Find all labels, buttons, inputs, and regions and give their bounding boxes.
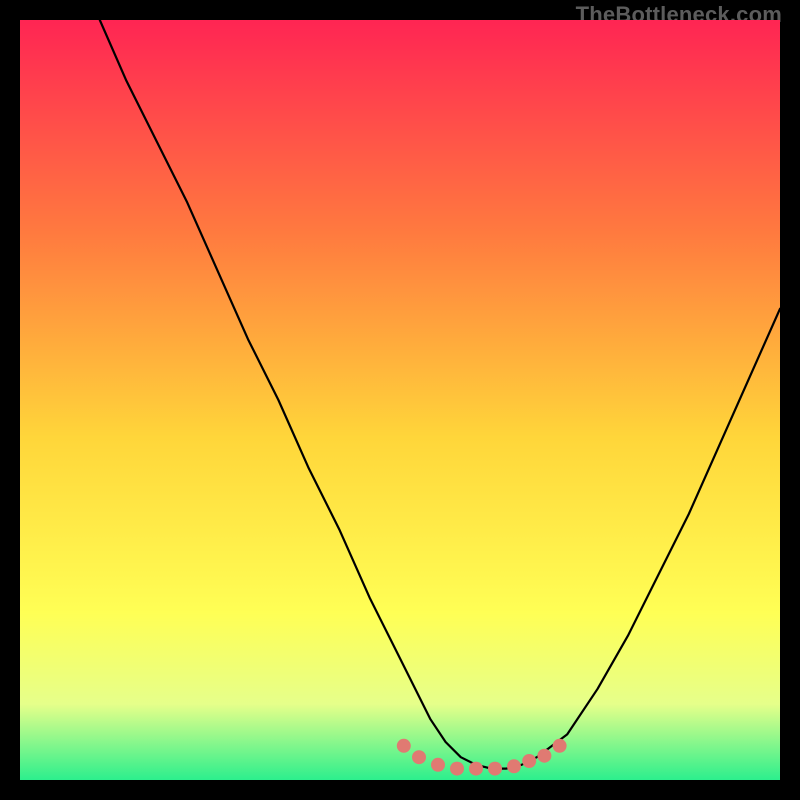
highlight-marker: [522, 754, 536, 768]
gradient-background: [20, 20, 780, 780]
highlight-marker: [431, 758, 445, 772]
highlight-marker: [397, 739, 411, 753]
highlight-marker: [469, 762, 483, 776]
highlight-marker: [488, 762, 502, 776]
chart-container: TheBottleneck.com: [0, 0, 800, 800]
highlight-marker: [553, 739, 567, 753]
plot-area: [20, 20, 780, 780]
highlight-marker: [537, 749, 551, 763]
highlight-marker: [450, 762, 464, 776]
highlight-marker: [507, 759, 521, 773]
chart-svg: [20, 20, 780, 780]
highlight-marker: [412, 750, 426, 764]
